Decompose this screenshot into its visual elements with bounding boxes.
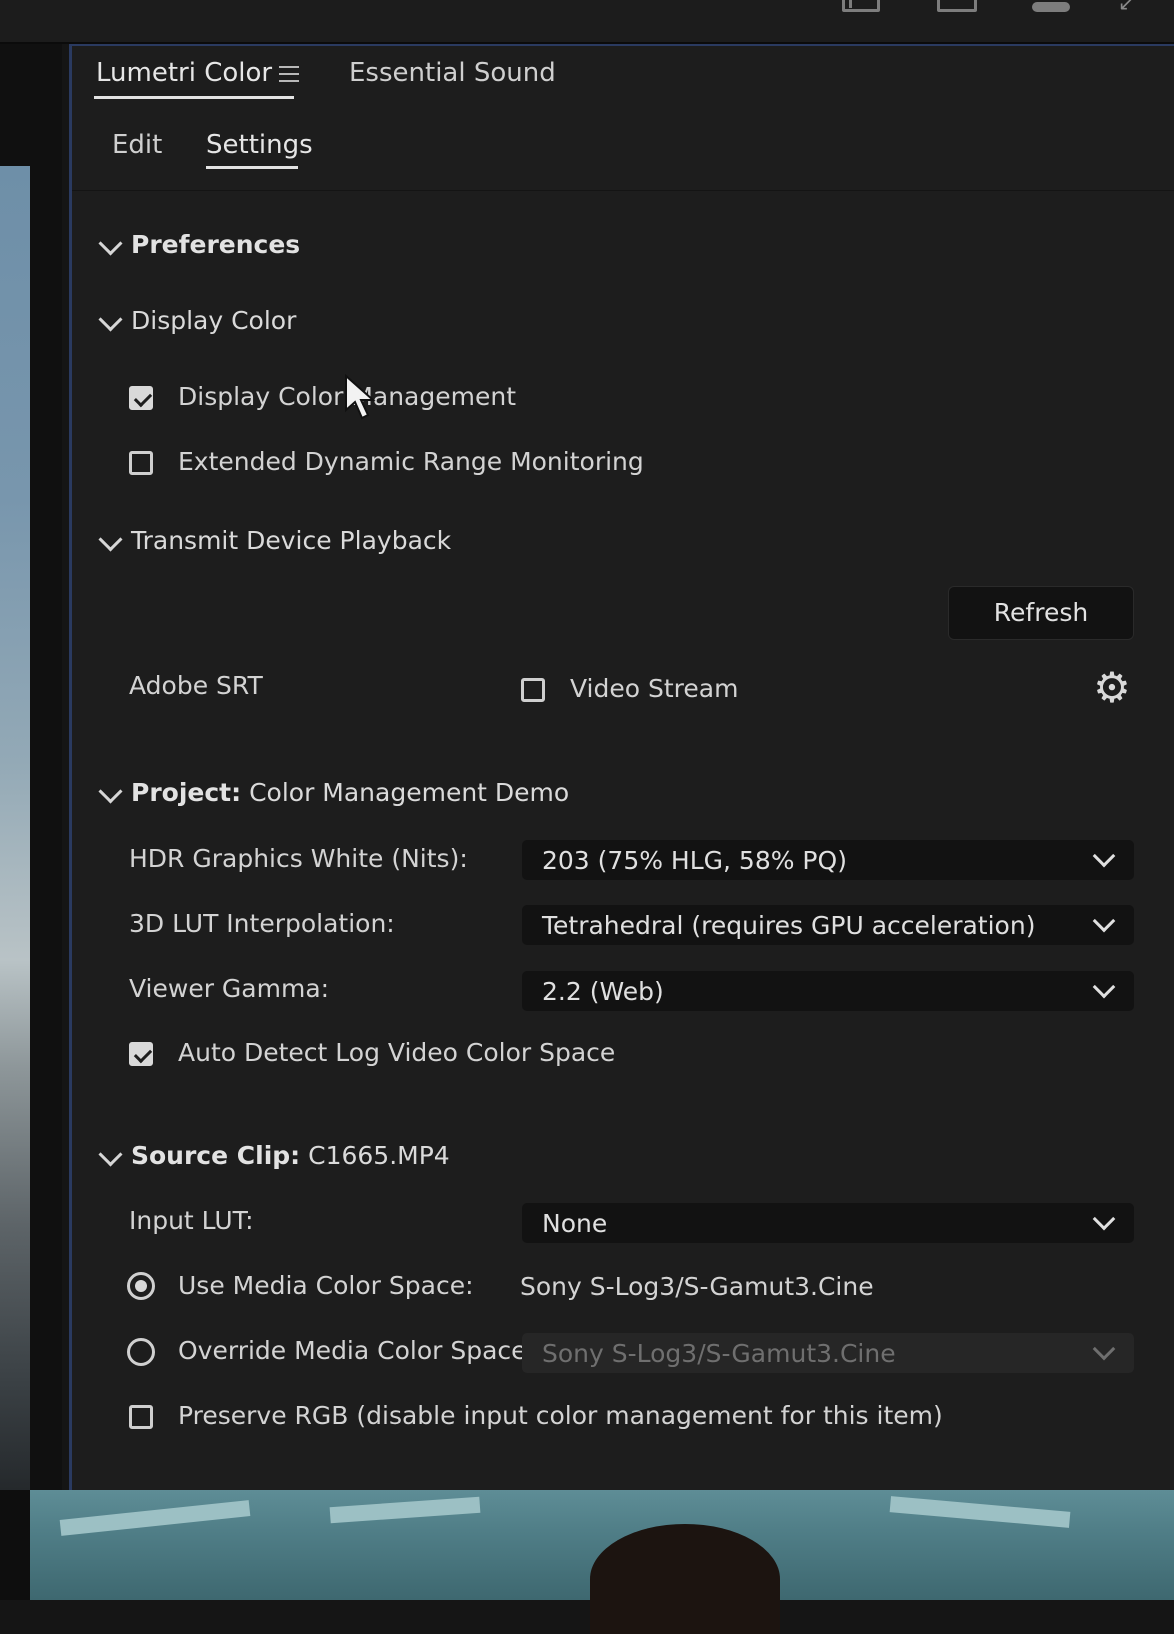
chevron-down-icon	[98, 1141, 123, 1167]
lumetri-subtabs: Edit Settings	[72, 116, 1174, 191]
chevron-down-icon	[1092, 909, 1116, 933]
subtab-edit[interactable]: Edit	[112, 130, 162, 160]
panel-tab-bar: Lumetri Color Essential Sound	[72, 46, 1174, 116]
webcam-video-preview	[30, 1490, 1174, 1634]
input-lut-label: Input LUT:	[129, 1206, 254, 1235]
auto-detect-log-label: Auto Detect Log Video Color Space	[178, 1038, 616, 1067]
subtab-settings[interactable]: Settings	[206, 130, 313, 160]
panel-menu-icon[interactable]	[279, 66, 299, 84]
chevron-down-icon	[1092, 1337, 1116, 1361]
viewer-gamma-dropdown[interactable]: 2.2 (Web)	[522, 971, 1134, 1011]
section-project[interactable]: Project: Color Management Demo	[98, 778, 569, 807]
chevron-down-icon	[98, 306, 123, 332]
chevron-down-icon	[1092, 1207, 1116, 1231]
use-media-color-space-label: Use Media Color Space:	[178, 1271, 474, 1300]
panel-layout-icon[interactable]	[842, 0, 880, 12]
mouse-cursor-icon	[345, 374, 376, 420]
adobe-srt-label: Adobe SRT	[129, 671, 263, 700]
display-color-management-checkbox[interactable]	[129, 386, 153, 410]
override-color-space-value: Sony S-Log3/S-Gamut3.Cine	[542, 1339, 896, 1368]
active-subtab-underline	[206, 166, 298, 169]
hdr-graphics-white-dropdown[interactable]: 203 (75% HLG, 58% PQ)	[522, 840, 1134, 880]
override-color-space-dropdown[interactable]: Sony S-Log3/S-Gamut3.Cine	[522, 1333, 1134, 1373]
viewer-gamma-value: 2.2 (Web)	[542, 977, 664, 1006]
video-stream-checkbox[interactable]	[521, 678, 545, 702]
use-media-color-space-radio[interactable]	[127, 1272, 155, 1300]
hdr-graphics-white-label: HDR Graphics White (Nits):	[129, 844, 468, 873]
active-tab-underline	[94, 96, 294, 99]
gear-icon[interactable]: ⚙	[1090, 666, 1134, 710]
section-source-clip[interactable]: Source Clip: C1665.MP4	[98, 1141, 450, 1170]
app-top-bar: ↙	[0, 0, 1174, 44]
hdr-graphics-white-value: 203 (75% HLG, 58% PQ)	[542, 846, 847, 875]
section-display-color[interactable]: Display Color	[98, 306, 296, 335]
media-color-space-value: Sony S-Log3/S-Gamut3.Cine	[520, 1272, 874, 1301]
input-lut-dropdown[interactable]: None	[522, 1203, 1134, 1243]
section-transmit-device-playback[interactable]: Transmit Device Playback	[98, 526, 451, 555]
auto-detect-log-checkbox[interactable]	[129, 1042, 153, 1066]
refresh-button[interactable]: Refresh	[948, 586, 1134, 640]
chevron-down-icon	[1092, 975, 1116, 999]
lut-interpolation-label: 3D LUT Interpolation:	[129, 909, 395, 938]
override-media-color-space-radio[interactable]	[127, 1338, 155, 1366]
minimize-bar-icon[interactable]	[1032, 2, 1070, 12]
chevron-down-icon	[98, 230, 123, 256]
preserve-rgb-checkbox[interactable]	[129, 1405, 153, 1429]
program-monitor-preview	[0, 166, 30, 1490]
hdr-monitoring-checkbox[interactable]	[129, 451, 153, 475]
lut-interpolation-value: Tetrahedral (requires GPU acceleration)	[542, 911, 1036, 940]
collapse-arrow-icon[interactable]: ↙	[1118, 0, 1140, 14]
chevron-down-icon	[98, 526, 123, 552]
video-stream-label: Video Stream	[570, 674, 739, 703]
tab-lumetri-color[interactable]: Lumetri Color	[96, 58, 272, 88]
section-preferences[interactable]: Preferences	[98, 230, 300, 259]
viewer-gamma-label: Viewer Gamma:	[129, 974, 330, 1003]
override-media-color-space-label: Override Media Color Space:	[178, 1336, 535, 1365]
tab-essential-sound[interactable]: Essential Sound	[349, 58, 556, 88]
chevron-down-icon	[1092, 844, 1116, 868]
hdr-monitoring-label: Extended Dynamic Range Monitoring	[178, 447, 644, 476]
lut-interpolation-dropdown[interactable]: Tetrahedral (requires GPU acceleration)	[522, 905, 1134, 945]
window-layout-icon[interactable]	[937, 0, 977, 12]
preserve-rgb-label: Preserve RGB (disable input color manage…	[178, 1401, 943, 1430]
chevron-down-icon	[98, 778, 123, 804]
lumetri-color-panel: Lumetri Color Essential Sound Edit Setti…	[69, 44, 1174, 1490]
input-lut-value: None	[542, 1209, 608, 1238]
